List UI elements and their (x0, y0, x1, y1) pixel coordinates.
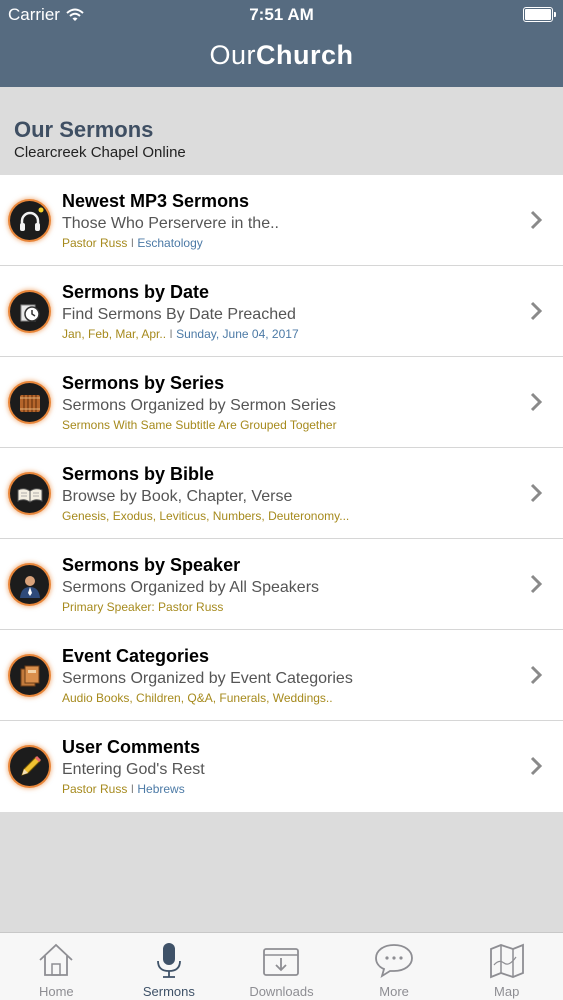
row-title: User Comments (62, 737, 201, 757)
list-item-user-comments[interactable]: User Comments Entering God's Rest Pastor… (0, 721, 563, 812)
row-meta: Pastor Russ I Hebrews (62, 782, 185, 796)
row-meta-secondary: Eschatology (137, 236, 203, 250)
battery-icon (523, 7, 556, 22)
tab-label: Sermons (142, 984, 195, 999)
brand-light-text: Our (209, 40, 256, 70)
page-subtitle: Clearcreek Chapel Online (14, 144, 186, 161)
list-item-sermons-by-speaker[interactable]: Sermons by Speaker Sermons Organized by … (0, 539, 563, 630)
brand-bold-text: Church (256, 40, 354, 70)
tab-label: Home (38, 984, 74, 999)
list-item-sermons-by-bible[interactable]: Sermons by Bible Browse by Book, Chapter… (0, 448, 563, 539)
chat-bubble-icon (375, 944, 413, 979)
home-icon (39, 943, 73, 976)
tab-label: Map (494, 984, 520, 999)
row-subtitle: Sermons Organized by All Speakers (62, 579, 320, 596)
row-title: Sermons by Speaker (62, 555, 241, 575)
row-meta-primary: Pastor Russ (62, 236, 128, 250)
tab-label: More (379, 984, 409, 999)
sermon-menu-list: Newest MP3 Sermons Those Who Perservere … (0, 175, 563, 812)
chevron-right-icon (530, 210, 543, 230)
tab-label: Downloads (249, 984, 314, 999)
tab-more[interactable]: More (338, 933, 451, 1000)
list-item-newest-mp3[interactable]: Newest MP3 Sermons Those Who Perservere … (0, 175, 563, 266)
row-title: Sermons by Bible (62, 464, 215, 484)
row-subtitle: Sermons Organized by Sermon Series (62, 397, 336, 414)
row-title: Sermons by Series (62, 373, 225, 393)
row-meta: Jan, Feb, Mar, Apr.. I Sunday, June 04, … (62, 327, 299, 341)
folders-icon (10, 656, 49, 695)
chevron-right-icon (530, 756, 543, 776)
calendar-clock-icon (10, 292, 49, 331)
list-item-event-categories[interactable]: Event Categories Sermons Organized by Ev… (0, 630, 563, 721)
app-brand-logo: OurChurch (0, 40, 563, 71)
chevron-right-icon (530, 483, 543, 503)
row-meta-primary: Audio Books, Children, Q&A, Funerals, We… (62, 691, 333, 705)
open-bible-icon (10, 474, 49, 513)
headphones-icon (10, 201, 49, 240)
row-subtitle: Those Who Perservere in the.. (62, 215, 279, 232)
download-box-icon (263, 948, 300, 976)
row-meta-secondary: Sunday, June 04, 2017 (176, 327, 299, 341)
books-icon (10, 383, 49, 422)
chevron-right-icon (530, 574, 543, 594)
row-meta: Audio Books, Children, Q&A, Funerals, We… (62, 691, 333, 705)
row-meta: Genesis, Exodus, Leviticus, Numbers, Deu… (62, 509, 349, 523)
status-time: 7:51 AM (249, 5, 314, 24)
row-title: Sermons by Date (62, 282, 210, 302)
chevron-right-icon (530, 665, 543, 685)
row-meta-primary: Jan, Feb, Mar, Apr.. (62, 327, 167, 341)
map-icon (489, 943, 524, 979)
row-meta: Pastor Russ I Eschatology (62, 236, 203, 250)
row-subtitle: Find Sermons By Date Preached (62, 306, 296, 323)
app-header: Carrier 7:51 AM OurChurch (0, 0, 563, 87)
microphone-icon (156, 943, 181, 978)
row-meta-primary: Primary Speaker: Pastor Russ (62, 600, 224, 614)
pencil-icon (10, 747, 49, 786)
row-subtitle: Entering God's Rest (62, 761, 205, 778)
row-meta-separator: I (127, 782, 138, 796)
list-item-sermons-by-date[interactable]: Sermons by Date Find Sermons By Date Pre… (0, 266, 563, 357)
row-meta: Sermons With Same Subtitle Are Grouped T… (62, 418, 337, 432)
row-title: Event Categories (62, 646, 210, 666)
list-item-sermons-by-series[interactable]: Sermons by Series Sermons Organized by S… (0, 357, 563, 448)
row-subtitle: Sermons Organized by Event Categories (62, 670, 353, 687)
row-meta-separator: I (127, 236, 138, 250)
tab-downloads[interactable]: Downloads (225, 933, 338, 1000)
row-meta-separator: I (166, 327, 177, 341)
status-bar: Carrier 7:51 AM (0, 0, 563, 30)
row-meta-primary: Sermons With Same Subtitle Are Grouped T… (62, 418, 337, 432)
row-title: Newest MP3 Sermons (62, 191, 250, 211)
tab-map[interactable]: Map (450, 933, 563, 1000)
speaker-person-icon (10, 565, 49, 604)
row-meta-primary: Genesis, Exodus, Leviticus, Numbers, Deu… (62, 509, 350, 523)
row-meta: Primary Speaker: Pastor Russ (62, 600, 223, 614)
row-meta-secondary: Hebrews (137, 782, 185, 796)
row-subtitle: Browse by Book, Chapter, Verse (62, 488, 293, 505)
tab-sermons[interactable]: Sermons (113, 933, 226, 1000)
chevron-right-icon (530, 301, 543, 321)
section-header: Our Sermons Clearcreek Chapel Online (0, 87, 563, 175)
tab-home[interactable]: Home (0, 933, 113, 1000)
row-meta-primary: Pastor Russ (62, 782, 128, 796)
tab-bar: Home Sermons Downloads More Map (0, 932, 563, 1000)
page-title: Our Sermons (14, 117, 154, 142)
chevron-right-icon (530, 392, 543, 412)
